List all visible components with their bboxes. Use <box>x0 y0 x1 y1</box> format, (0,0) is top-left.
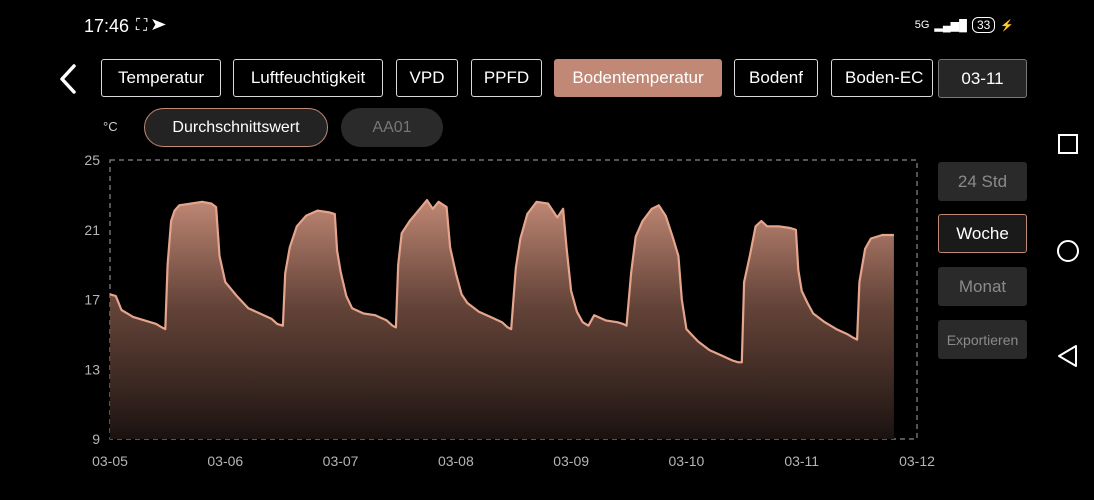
series-area <box>110 200 894 439</box>
export-button[interactable]: Exportieren <box>938 320 1027 359</box>
nav-back-icon[interactable] <box>1056 344 1080 373</box>
range-24h-button[interactable]: 24 Std <box>938 162 1027 201</box>
date-selector[interactable]: 03-11 <box>938 59 1027 98</box>
recent-apps-icon[interactable] <box>1057 133 1079 160</box>
home-icon[interactable] <box>1056 239 1080 268</box>
y-tick-label: 13 <box>84 361 100 377</box>
y-tick-label: 17 <box>84 292 100 308</box>
x-tick-label: 03-11 <box>784 453 819 469</box>
x-tick-label: 03-06 <box>207 453 243 469</box>
y-tick-label: 25 <box>84 152 100 168</box>
soil-temperature-chart: 25 21 17 13 9 03-05 03-06 03-07 03-08 03-09 03-10… <box>84 152 935 469</box>
x-axis: 03-05 03-06 03-07 03-08 03-09 03-10 03-11 03-12 <box>92 453 935 469</box>
y-tick-label: 9 <box>92 431 100 447</box>
range-month-button[interactable]: Monat <box>938 267 1027 306</box>
x-tick-label: 03-07 <box>323 453 359 469</box>
x-tick-label: 03-09 <box>553 453 589 469</box>
charging-icon: ⚡ <box>1000 19 1014 32</box>
range-week-button[interactable]: Woche <box>938 214 1027 253</box>
x-tick-label: 03-12 <box>899 453 935 469</box>
battery-level: 33 <box>971 17 996 33</box>
x-tick-label: 03-10 <box>669 453 705 469</box>
x-tick-label: 03-08 <box>438 453 474 469</box>
y-axis: 25 21 17 13 9 <box>84 152 100 447</box>
x-tick-label: 03-05 <box>92 453 128 469</box>
y-tick-label: 21 <box>84 222 100 238</box>
